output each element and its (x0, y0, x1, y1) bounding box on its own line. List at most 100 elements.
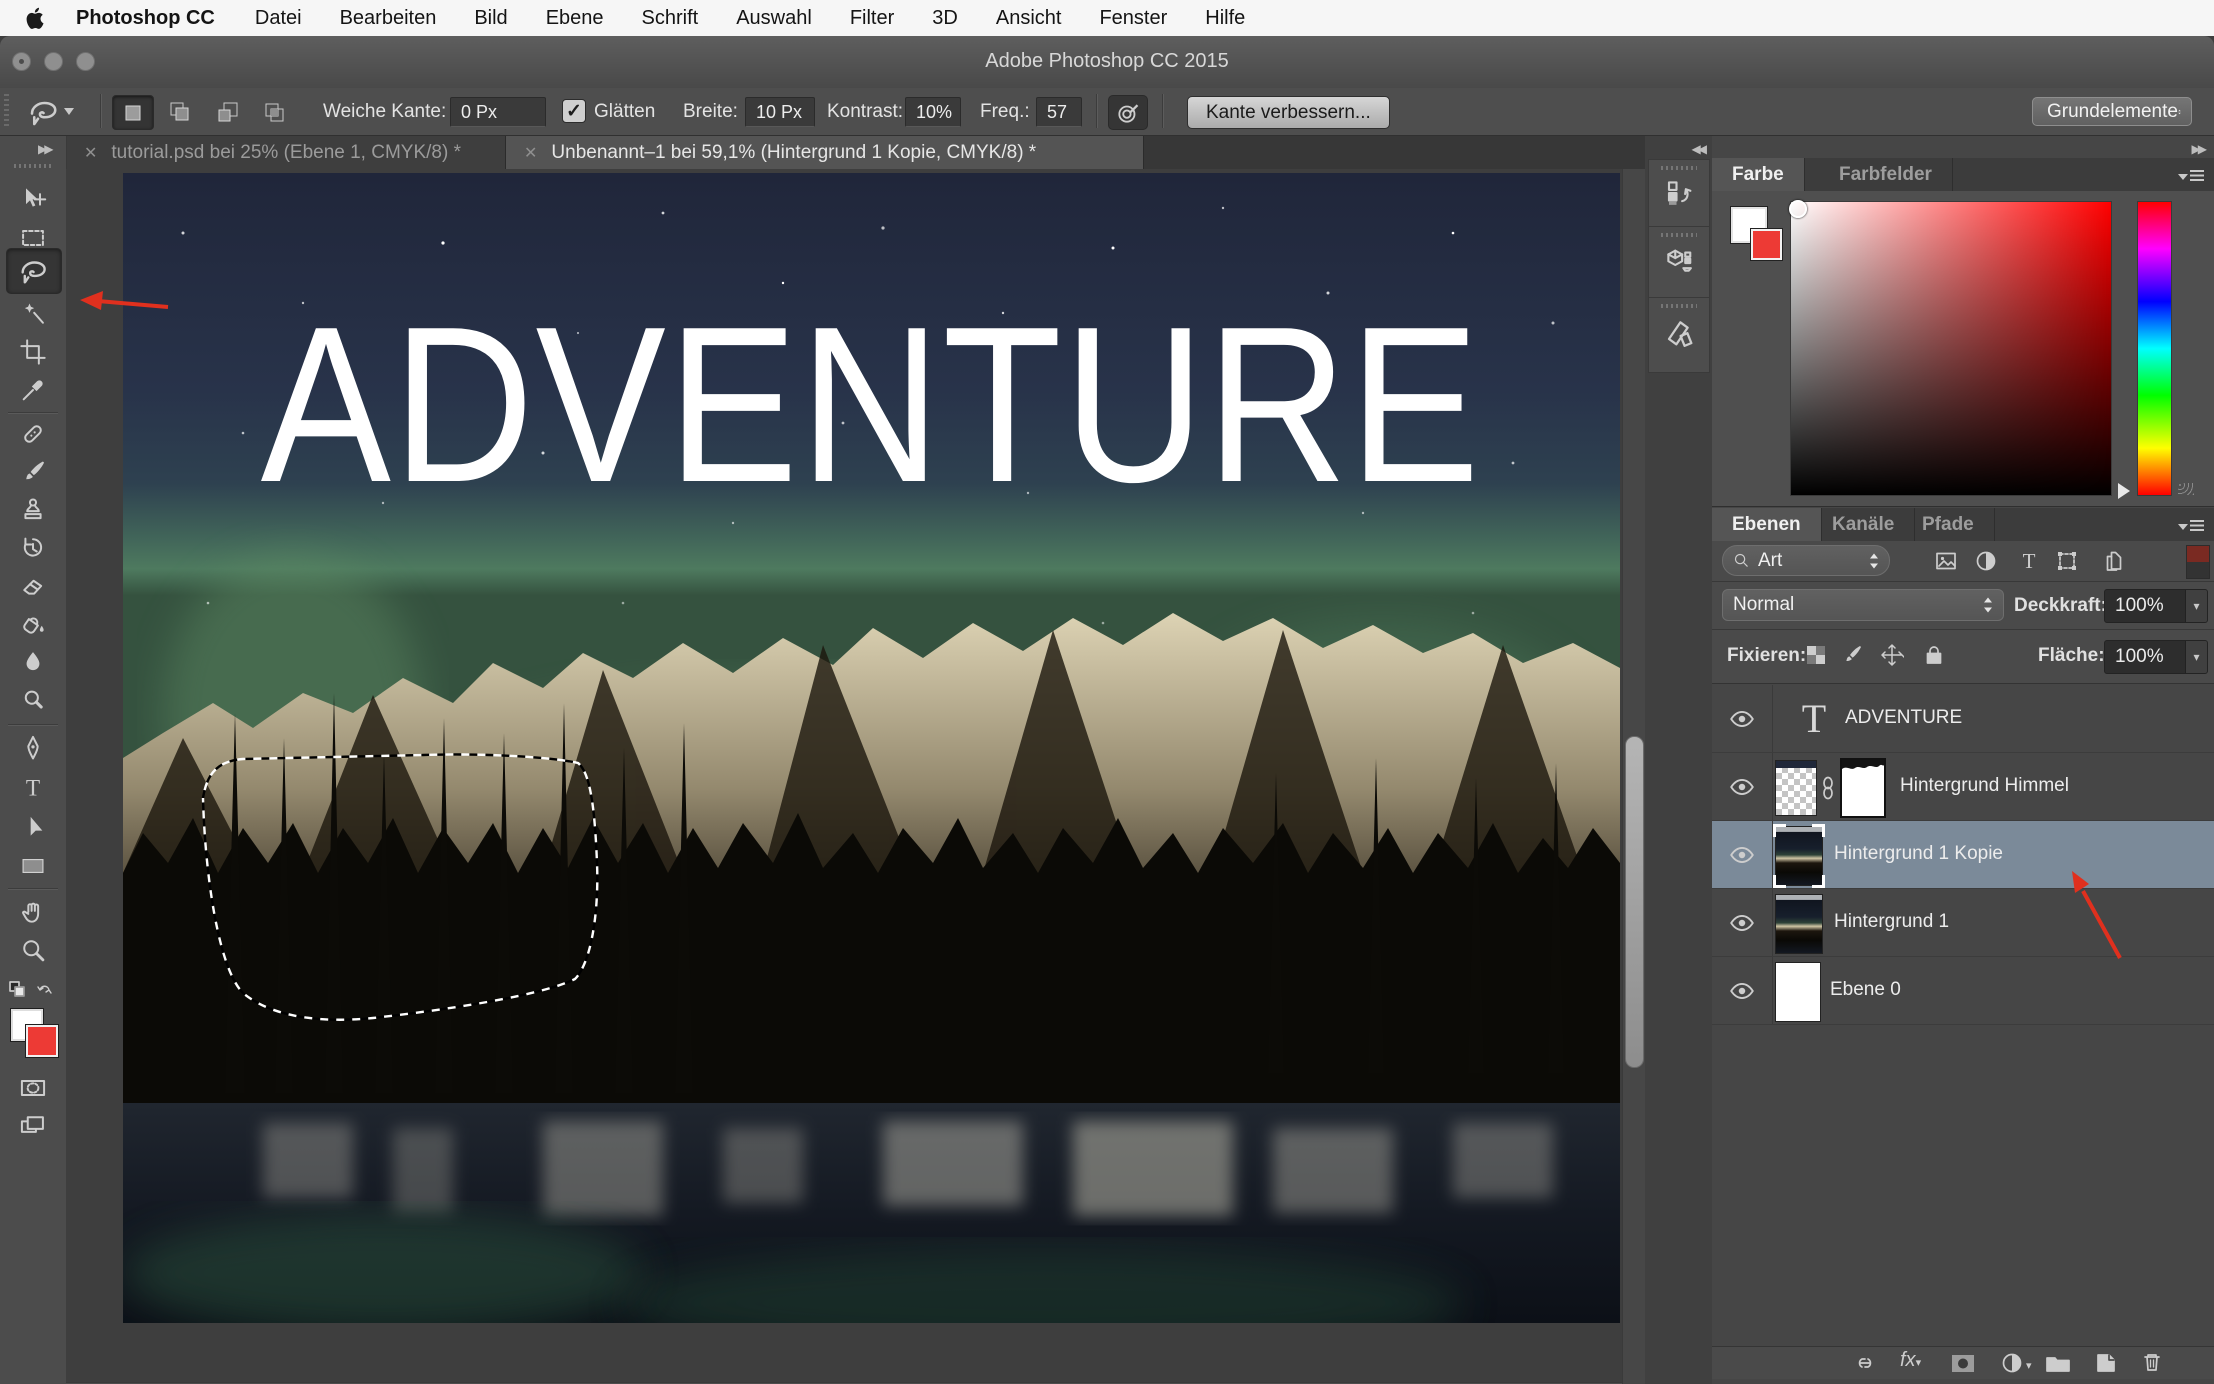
dropdown-arrow-icon[interactable]: ▾ (2185, 590, 2207, 622)
layer-row-hintergrund-himmel[interactable]: Hintergrund Himmel (1712, 753, 2214, 821)
menu-schrift[interactable]: Schrift (642, 7, 699, 30)
workspace-select[interactable]: Grundelemente (2032, 97, 2192, 126)
selection-mode-add-button[interactable] (160, 95, 200, 128)
visibility-toggle[interactable] (1712, 821, 1773, 888)
tool-brush-icon[interactable] (17, 456, 49, 488)
hue-slider[interactable] (2137, 201, 2172, 496)
panel-resize-grip[interactable] (2178, 483, 2194, 495)
menu-hilfe[interactable]: Hilfe (1205, 7, 1245, 30)
canvas-area[interactable]: ADVENTURE (66, 169, 1622, 1384)
layer-name[interactable]: Hintergrund Himmel (1900, 775, 2069, 797)
filter-pixel-layers-icon[interactable] (1934, 549, 1958, 573)
lock-all-icon[interactable] (1922, 643, 1946, 667)
new-adjustment-layer-icon[interactable]: ▾ (2000, 1351, 2024, 1375)
vertical-scrollbar-track[interactable] (1622, 169, 1646, 1384)
tool-spot-healing-icon[interactable] (17, 418, 49, 450)
tool-eyedropper-icon[interactable] (17, 374, 49, 406)
layer-style-icon[interactable]: fx▾ (1900, 1349, 1921, 1372)
add-layer-mask-icon[interactable] (1950, 1351, 1976, 1375)
new-group-icon[interactable] (2045, 1352, 2071, 1374)
layer-filter-toggle[interactable] (2186, 545, 2210, 579)
layer-row-ebene-0[interactable]: Ebene 0 (1712, 957, 2214, 1025)
background-color-swatch[interactable] (25, 1024, 59, 1058)
layer-thumbnail[interactable] (1775, 826, 1823, 886)
screen-mode-icon[interactable] (17, 1110, 49, 1142)
menu-datei[interactable]: Datei (255, 7, 302, 30)
filter-smart-objects-icon[interactable] (2102, 549, 2126, 573)
tool-blur-icon[interactable] (17, 646, 49, 678)
color-saturation-field[interactable] (1790, 201, 2112, 496)
panel-menu-icon[interactable] (2176, 166, 2206, 186)
panel-menu-icon[interactable] (2176, 516, 2206, 536)
tool-eraser-icon[interactable] (17, 570, 49, 602)
blend-mode-select[interactable]: Normal (1722, 589, 2004, 621)
history-panel-button[interactable] (1648, 159, 1710, 227)
expand-panels-icon[interactable]: ◀◀ (1692, 142, 1704, 156)
toolbar-grip[interactable] (14, 164, 52, 168)
vertical-scrollbar[interactable] (1625, 736, 1644, 1068)
text-layer-thumbnail[interactable]: T (1792, 693, 1836, 743)
layer-name[interactable]: ADVENTURE (1845, 707, 1962, 729)
app-menu[interactable]: Photoshop CC (76, 7, 215, 30)
filter-adjustment-layers-icon[interactable] (1974, 549, 1998, 573)
opacity-input[interactable]: 100% ▾ (2104, 589, 2208, 623)
tool-magnetic-lasso-icon[interactable] (6, 248, 62, 294)
document-image[interactable]: ADVENTURE (123, 173, 1620, 1323)
properties-panel-button[interactable] (1648, 226, 1710, 298)
filter-shape-layers-icon[interactable] (2055, 549, 2079, 573)
menu-auswahl[interactable]: Auswahl (736, 7, 812, 30)
tool-dodge-icon[interactable] (17, 684, 49, 716)
color-field-selector[interactable] (1789, 200, 1807, 218)
layer-mask-thumbnail[interactable] (1840, 758, 1886, 818)
close-tab-icon[interactable]: ✕ (524, 143, 537, 163)
tool-clone-stamp-icon[interactable] (17, 494, 49, 526)
tool-crop-icon[interactable] (17, 336, 49, 368)
swap-colors-icon[interactable] (8, 976, 58, 1002)
title-bar[interactable]: Adobe Photoshop CC 2015 (0, 36, 2214, 89)
tab-ebenen[interactable]: Ebenen (1712, 508, 1822, 541)
tool-pen-icon[interactable] (17, 732, 49, 764)
lock-transparency-icon[interactable] (1804, 643, 1828, 667)
menu-ebene[interactable]: Ebene (546, 7, 604, 30)
width-input[interactable]: 10 Px (745, 97, 815, 127)
link-layers-icon[interactable] (1852, 1352, 1878, 1374)
menu-filter[interactable]: Filter (850, 7, 894, 30)
hue-slider-handle[interactable] (2118, 483, 2130, 499)
tool-preset-dropdown-arrow[interactable] (64, 108, 74, 115)
document-tab-tutorial[interactable]: ✕ tutorial.psd bei 25% (Ebene 1, CMYK/8)… (66, 136, 506, 169)
visibility-toggle[interactable] (1712, 753, 1773, 820)
menu-3d[interactable]: 3D (932, 7, 958, 30)
tool-path-selection-icon[interactable] (17, 812, 49, 844)
tool-rectangle-shape-icon[interactable] (17, 850, 49, 882)
menu-bild[interactable]: Bild (474, 7, 507, 30)
layer-name[interactable]: Hintergrund 1 (1834, 911, 1949, 933)
selection-mode-intersect-button[interactable] (254, 95, 294, 128)
selection-mode-new-button[interactable] (112, 95, 154, 130)
collapse-toolbar-icon[interactable]: ▶▶ (38, 142, 50, 156)
apple-menu-icon[interactable] (26, 6, 46, 30)
lock-position-icon[interactable] (1880, 643, 1904, 667)
info-panel-button[interactable] (1648, 297, 1710, 373)
menu-fenster[interactable]: Fenster (1099, 7, 1167, 30)
menu-bearbeiten[interactable]: Bearbeiten (340, 7, 437, 30)
feather-input[interactable]: 0 Px (450, 97, 546, 127)
tab-pfade[interactable]: Pfade (1902, 508, 1995, 541)
visibility-toggle[interactable] (1712, 957, 1773, 1024)
delete-layer-icon[interactable] (2140, 1350, 2164, 1374)
dropdown-arrow-icon[interactable]: ▾ (2185, 641, 2207, 673)
tab-farbfelder[interactable]: Farbfelder (1819, 158, 1953, 191)
tool-zoom-icon[interactable] (17, 934, 49, 966)
layer-thumbnail[interactable] (1775, 962, 1821, 1022)
lock-pixels-icon[interactable] (1840, 643, 1864, 667)
menu-ansicht[interactable]: Ansicht (996, 7, 1062, 30)
mask-link-icon[interactable] (1819, 775, 1837, 801)
layer-name[interactable]: Ebene 0 (1830, 979, 1901, 1001)
filter-type-layers-icon[interactable]: T (2017, 549, 2041, 573)
visibility-toggle[interactable] (1712, 889, 1773, 956)
tool-paint-bucket-icon[interactable] (17, 608, 49, 640)
contrast-input[interactable]: 10% (905, 97, 961, 127)
refine-edge-button[interactable]: Kante verbessern... (1187, 96, 1390, 129)
visibility-toggle[interactable] (1712, 685, 1773, 752)
layer-thumbnail[interactable] (1775, 894, 1823, 954)
collapse-panels-icon[interactable]: ▶▶ (2192, 142, 2204, 156)
